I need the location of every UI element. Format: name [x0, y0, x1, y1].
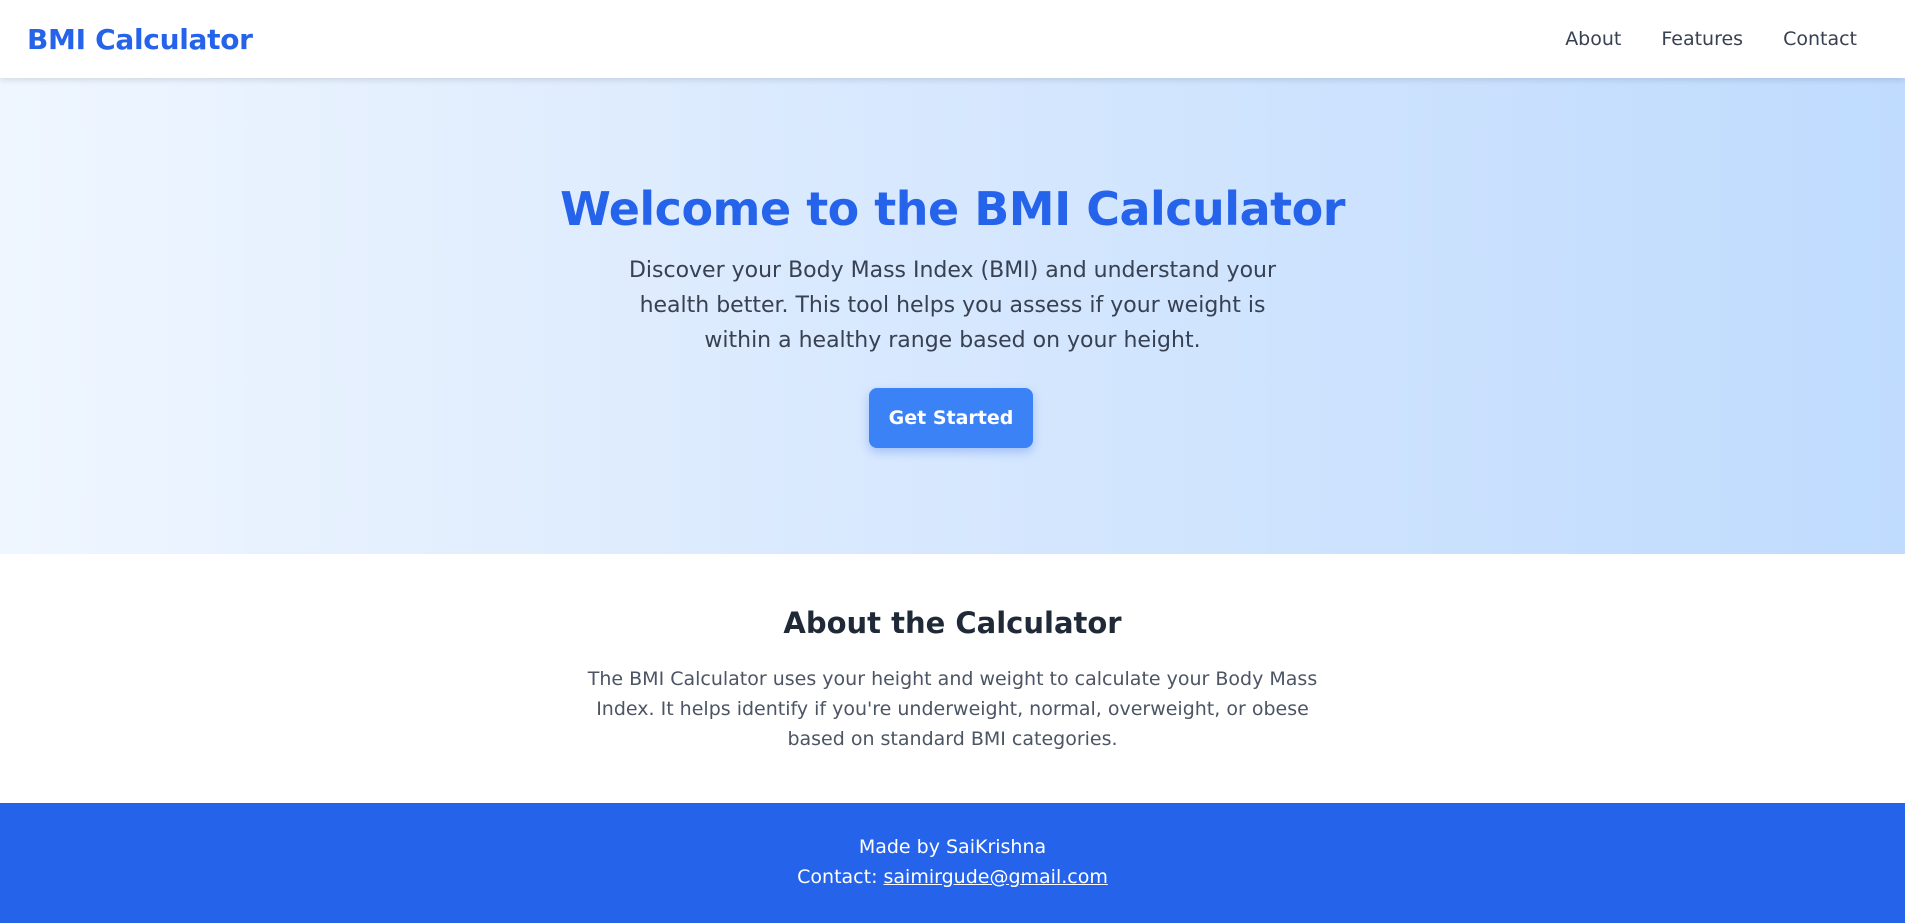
footer-made-by: Made by SaiKrishna: [858, 836, 1047, 858]
get-started-button[interactable]: Get Started: [869, 388, 1033, 448]
nav-links: About Features Contact: [1565, 28, 1857, 50]
footer-contact-prefix: Contact:: [797, 866, 884, 888]
hero-title: Welcome to the BMI Calculator: [560, 182, 1345, 236]
nav-link-features[interactable]: Features: [1661, 28, 1743, 50]
about-description: The BMI Calculator uses your height and …: [587, 668, 1318, 750]
nav-link-contact[interactable]: Contact: [1783, 28, 1857, 50]
navbar: BMI Calculator About Features Contact: [0, 0, 1905, 78]
nav-link-about[interactable]: About: [1565, 28, 1621, 50]
about-section: About the Calculator The BMI Calculator …: [0, 554, 1905, 803]
about-title: About the Calculator: [783, 606, 1122, 640]
footer-email-link[interactable]: saimirgude@gmail.com: [884, 866, 1108, 888]
hero-section: Welcome to the BMI Calculator Discover y…: [0, 78, 1905, 554]
footer: Made by SaiKrishna Contact: saimirgude@g…: [0, 803, 1905, 923]
brand-logo[interactable]: BMI Calculator: [27, 23, 253, 56]
hero-description: Discover your Body Mass Index (BMI) and …: [628, 258, 1277, 353]
footer-contact: Contact: saimirgude@gmail.com: [0, 866, 1905, 888]
